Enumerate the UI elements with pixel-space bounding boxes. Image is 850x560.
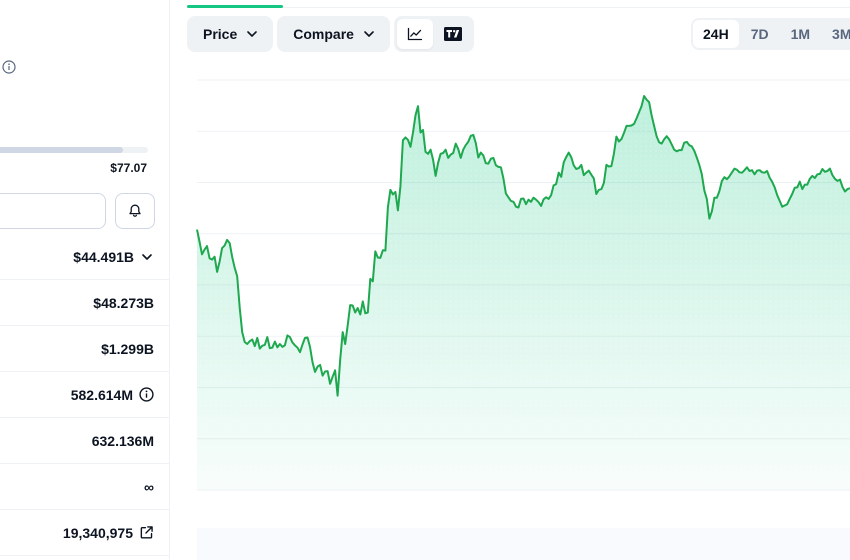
volume-strip — [197, 528, 850, 560]
price-area-dots — [197, 96, 850, 490]
price-chart[interactable] — [0, 0, 850, 560]
